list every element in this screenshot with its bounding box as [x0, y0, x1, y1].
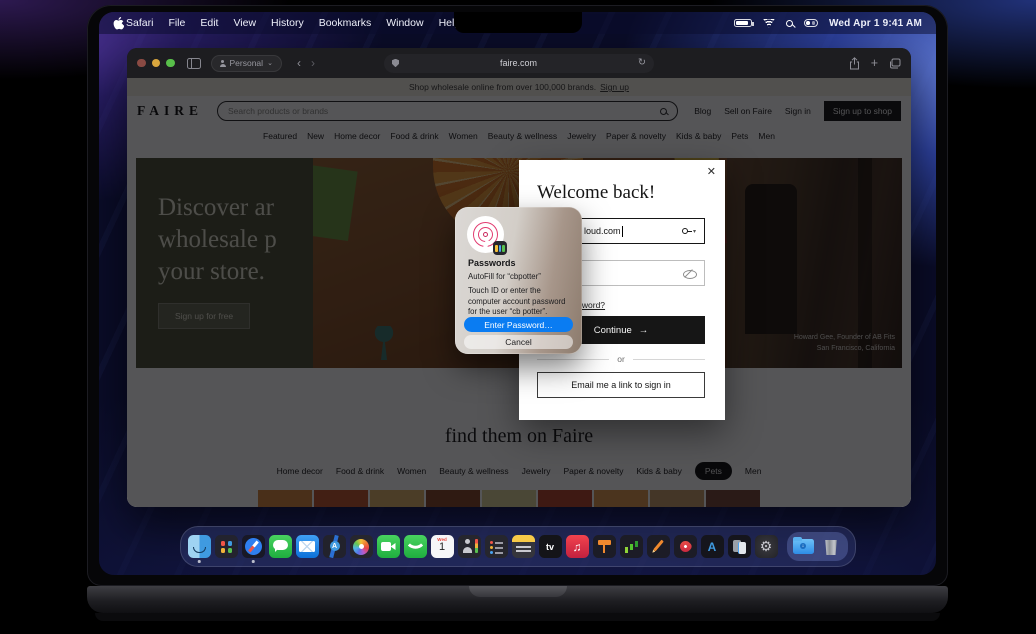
macbook-base-shadow — [95, 613, 940, 621]
pages-dock-icon[interactable] — [647, 535, 670, 558]
email-value: loud.com — [584, 226, 621, 236]
finder-dock-icon[interactable] — [188, 535, 211, 558]
trash-dock-icon[interactable] — [820, 535, 843, 558]
or-divider: or — [537, 354, 705, 364]
arrow-right-icon: → — [639, 325, 649, 336]
contacts-dock-icon[interactable] — [458, 535, 481, 558]
dock-end-section: ↓ — [787, 532, 848, 561]
dialog-app-name: Passwords — [468, 258, 516, 268]
close-icon[interactable]: ✕ — [707, 167, 716, 178]
menu-items: Safari File Edit View History Bookmarks Window… — [126, 17, 460, 29]
profile-icon — [220, 60, 226, 66]
url-text: faire.com — [399, 58, 638, 68]
games-dock-icon[interactable] — [674, 535, 697, 558]
passwords-app-icon — [493, 241, 507, 255]
music-dock-icon[interactable]: ♫ — [566, 535, 589, 558]
status-tray: Wed Apr 1 9:41 AM — [734, 18, 922, 29]
macbook-base — [87, 586, 948, 613]
back-button[interactable]: ‹ — [297, 57, 301, 69]
enter-password-button[interactable]: Enter Password… — [464, 317, 573, 332]
calendar-dock-icon[interactable]: Wed1 — [431, 535, 454, 558]
menu-item[interactable]: History — [271, 17, 304, 29]
close-window-button[interactable] — [137, 59, 146, 68]
share-icon[interactable] — [849, 57, 860, 70]
menu-item[interactable]: Safari — [126, 17, 153, 29]
battery-icon[interactable] — [734, 19, 752, 28]
launchpad-dock-icon[interactable] — [215, 535, 238, 558]
keynote-dock-icon[interactable] — [593, 535, 616, 558]
dialog-body-text: Touch ID or enter the computer account p… — [468, 286, 572, 318]
tv-dock-icon[interactable]: tv — [539, 535, 562, 558]
preview-dock-icon[interactable] — [728, 535, 751, 558]
modal-title: Welcome back! — [537, 182, 655, 204]
text-caret — [622, 226, 623, 237]
address-bar[interactable]: faire.com ↻ — [384, 54, 654, 73]
dock: A Wed1 tv ♫ A ⚙ ↓ — [180, 526, 856, 567]
phone-dock-icon[interactable] — [404, 535, 427, 558]
tab-group-selector[interactable]: Personal ⌄ — [211, 55, 282, 72]
dialog-autofill-line: AutoFill for “cbpotter” — [468, 272, 541, 281]
maps-dock-icon[interactable]: A — [323, 535, 346, 558]
minimize-window-button[interactable] — [152, 59, 161, 68]
email-link-button[interactable]: Email me a link to sign in — [537, 372, 705, 398]
toolbar-right-buttons: + — [849, 57, 901, 70]
wifi-icon[interactable] — [763, 19, 775, 28]
safari-dock-icon[interactable] — [242, 535, 265, 558]
spotlight-search-icon[interactable] — [786, 20, 793, 27]
control-center-icon[interactable] — [804, 19, 818, 28]
continue-label: Continue — [594, 325, 632, 336]
chevron-down-icon: ⌄ — [267, 59, 273, 67]
notes-dock-icon[interactable] — [512, 535, 535, 558]
menu-item[interactable]: View — [233, 17, 256, 29]
downloads-dock-icon[interactable]: ↓ — [792, 535, 815, 558]
reminders-dock-icon[interactable] — [485, 535, 508, 558]
touchid-autofill-dialog: Passwords AutoFill for “cbpotter” Touch … — [455, 207, 582, 354]
reload-icon[interactable]: ↻ — [638, 58, 646, 68]
menu-item[interactable]: File — [168, 17, 185, 29]
window-controls — [137, 59, 175, 68]
safari-toolbar: Personal ⌄ ‹ › faire.com ↻ + — [127, 48, 911, 78]
touchid-fingerprint-icon — [467, 216, 504, 253]
system-settings-dock-icon[interactable]: ⚙ — [755, 535, 778, 558]
autofill-key-icon[interactable]: ▾ — [682, 228, 696, 235]
numbers-dock-icon[interactable] — [620, 535, 643, 558]
tab-overview-icon[interactable] — [889, 58, 901, 69]
menu-item[interactable]: Edit — [200, 17, 218, 29]
app-store-dock-icon[interactable]: A — [701, 535, 724, 558]
camera-notch — [454, 12, 582, 33]
privacy-shield-icon[interactable] — [392, 59, 399, 68]
marketing-backdrop: Safari File Edit View History Bookmarks Window… — [0, 0, 1036, 634]
forward-button[interactable]: › — [311, 57, 315, 69]
cancel-button[interactable]: Cancel — [464, 335, 573, 349]
apple-menu-icon[interactable] — [113, 17, 124, 30]
mail-dock-icon[interactable] — [296, 535, 319, 558]
desktop-wallpaper: Safari File Edit View History Bookmarks Window… — [99, 12, 936, 575]
menu-item[interactable]: Bookmarks — [319, 17, 372, 29]
menu-item[interactable]: Window — [386, 17, 423, 29]
photos-dock-icon[interactable] — [350, 535, 373, 558]
sidebar-toggle-icon[interactable] — [187, 58, 201, 69]
menu-bar-clock[interactable]: Wed Apr 1 9:41 AM — [829, 18, 922, 29]
macbook-frame: Safari File Edit View History Bookmarks Window… — [87, 5, 948, 586]
show-password-eye-icon[interactable] — [683, 269, 696, 278]
facetime-dock-icon[interactable] — [377, 535, 400, 558]
tab-group-label: Personal — [230, 58, 264, 68]
zoom-window-button[interactable] — [166, 59, 175, 68]
new-tab-icon[interactable]: + — [871, 57, 878, 70]
messages-dock-icon[interactable] — [269, 535, 292, 558]
